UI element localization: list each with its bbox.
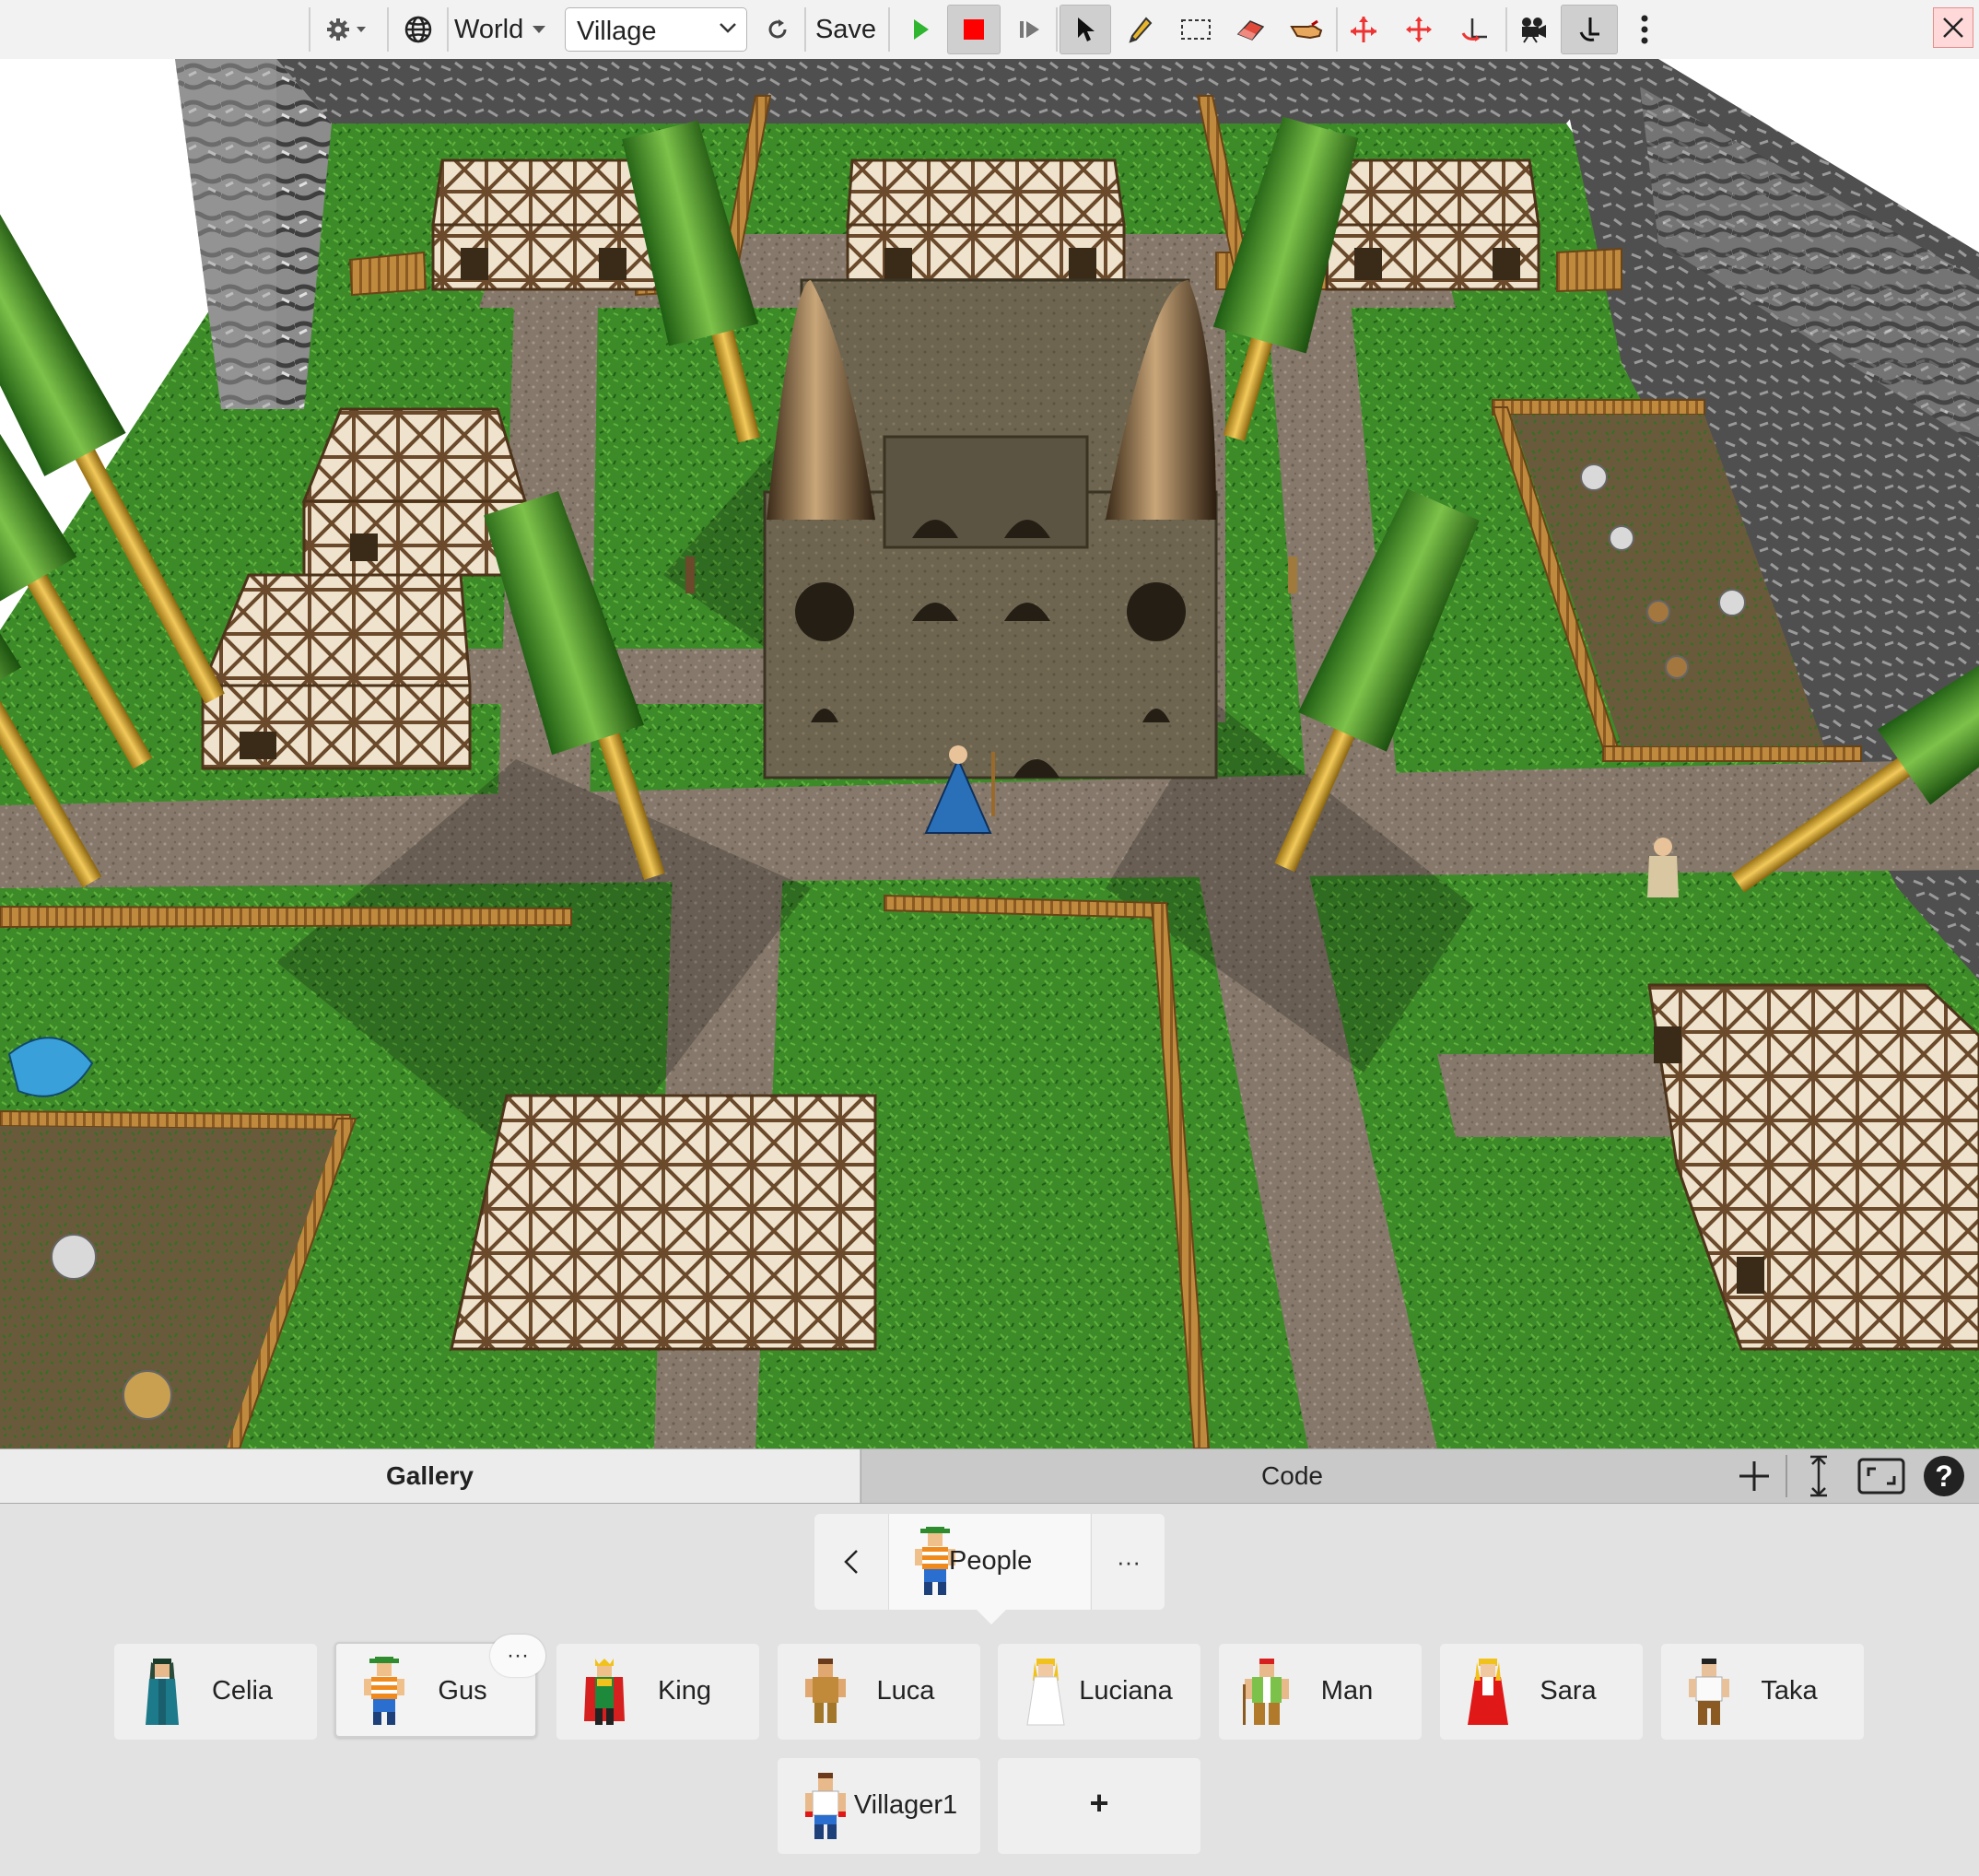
toolbar-separator [387,7,389,52]
world-viewport[interactable] [0,59,1979,1448]
step-icon [1017,18,1041,41]
resize-panel-button[interactable] [1793,1453,1844,1499]
gear-icon [325,16,369,43]
rotate-icon [1459,15,1489,44]
svg-text:?: ? [1935,1460,1953,1493]
move-ground-tool-button[interactable] [1341,5,1386,54]
stop-icon [963,18,985,41]
chevron-left-icon [843,1548,860,1576]
reload-button[interactable] [757,5,798,54]
close-icon [1941,16,1965,40]
pointer-icon [1074,16,1096,43]
toolbar-separator [1505,7,1507,52]
character-card-sara[interactable]: Sara [1440,1644,1643,1740]
rotate-tool-button[interactable] [1452,5,1496,54]
pencil-tool-button[interactable] [1117,5,1165,54]
toolbar: World Village Save [0,0,1979,60]
world-menu-label: World [454,14,524,44]
character-card-king[interactable]: King [556,1644,759,1740]
toolbar-separator [1336,7,1338,52]
fullscreen-button[interactable] [1856,1453,1907,1499]
save-label: Save [814,14,877,44]
close-button[interactable] [1933,7,1973,48]
play-icon [910,18,931,41]
camera-icon [1516,16,1548,43]
grab-hand-icon [1290,18,1323,41]
move-ground-icon [1349,15,1378,44]
select-rect-tool-button[interactable] [1172,5,1220,54]
more-menu-button[interactable] [1631,5,1658,54]
toolbar-separator [447,7,449,52]
card-more-button[interactable]: ··· [490,1635,545,1677]
toolbar-separator [309,7,310,52]
add-panel-button[interactable] [1728,1453,1780,1499]
caret-down-icon [533,25,546,34]
world-select[interactable]: Village [565,7,747,52]
character-card-taka[interactable]: Taka [1661,1644,1864,1740]
character-card-luciana[interactable]: Luciana [998,1644,1200,1740]
character-name: Celia [211,1676,274,1706]
breadcrumb-pointer [975,1608,1008,1624]
character-name: Luciana [1079,1676,1173,1706]
fullscreen-icon [1857,1458,1905,1495]
tab-separator [1786,1455,1787,1497]
character-card-man[interactable]: Man [1219,1644,1422,1740]
character-name: Villager1 [853,1790,958,1820]
character-name: Gus [438,1676,487,1706]
stop-button[interactable] [947,5,1001,54]
step-button[interactable] [1008,5,1050,54]
character-card-celia[interactable]: Celia [114,1644,317,1740]
more-icon [1641,15,1648,44]
breadcrumb-more-button[interactable]: ··· [1091,1514,1165,1610]
breadcrumb: People ··· [814,1514,1165,1610]
panel-tab-bar: Gallery Code ? [0,1448,1979,1504]
pointer-tool-button[interactable] [1060,5,1111,54]
tab-gallery[interactable]: Gallery [0,1449,860,1503]
move-icon [1405,16,1433,43]
world-select-value: Village [577,17,657,46]
world-menu-button[interactable]: World [454,5,557,54]
add-character-label: + [1089,1784,1109,1822]
tab-code[interactable]: Code [861,1449,1723,1503]
move-tool-button[interactable] [1397,5,1441,54]
plus-icon [1738,1460,1771,1493]
camera-tool-button[interactable] [1509,5,1555,54]
pencil-icon [1128,16,1153,43]
walk-icon [1575,16,1603,43]
toolbar-separator [804,7,806,52]
character-card-villager1[interactable]: Villager1 [778,1758,980,1854]
character-name: Taka [1761,1676,1818,1706]
select-rect-icon [1180,18,1212,41]
help-button[interactable]: ? [1918,1453,1970,1499]
globe-icon [404,15,433,44]
eraser-icon [1235,18,1267,41]
world-globe-button[interactable] [398,5,439,54]
back-button[interactable] [814,1514,889,1610]
chevron-down-icon [719,21,737,34]
character-name: Sara [1540,1676,1597,1706]
reload-icon [765,17,790,42]
walk-tool-button[interactable] [1561,5,1618,54]
add-character-button[interactable]: + [998,1758,1200,1854]
character-name: Man [1320,1676,1374,1706]
grab-tool-button[interactable] [1282,5,1330,54]
eraser-tool-button[interactable] [1227,5,1275,54]
character-card-luca[interactable]: Luca [778,1644,980,1740]
breadcrumb-label: People [949,1546,1033,1576]
settings-menu-button[interactable] [319,5,376,54]
character-name: Luca [876,1676,935,1706]
play-button[interactable] [899,5,942,54]
resize-vertical-icon [1807,1455,1831,1497]
toolbar-separator [1056,7,1058,52]
save-button[interactable]: Save [813,5,879,54]
help-icon: ? [1923,1455,1965,1497]
character-name: King [657,1676,712,1706]
toolbar-separator [888,7,890,52]
